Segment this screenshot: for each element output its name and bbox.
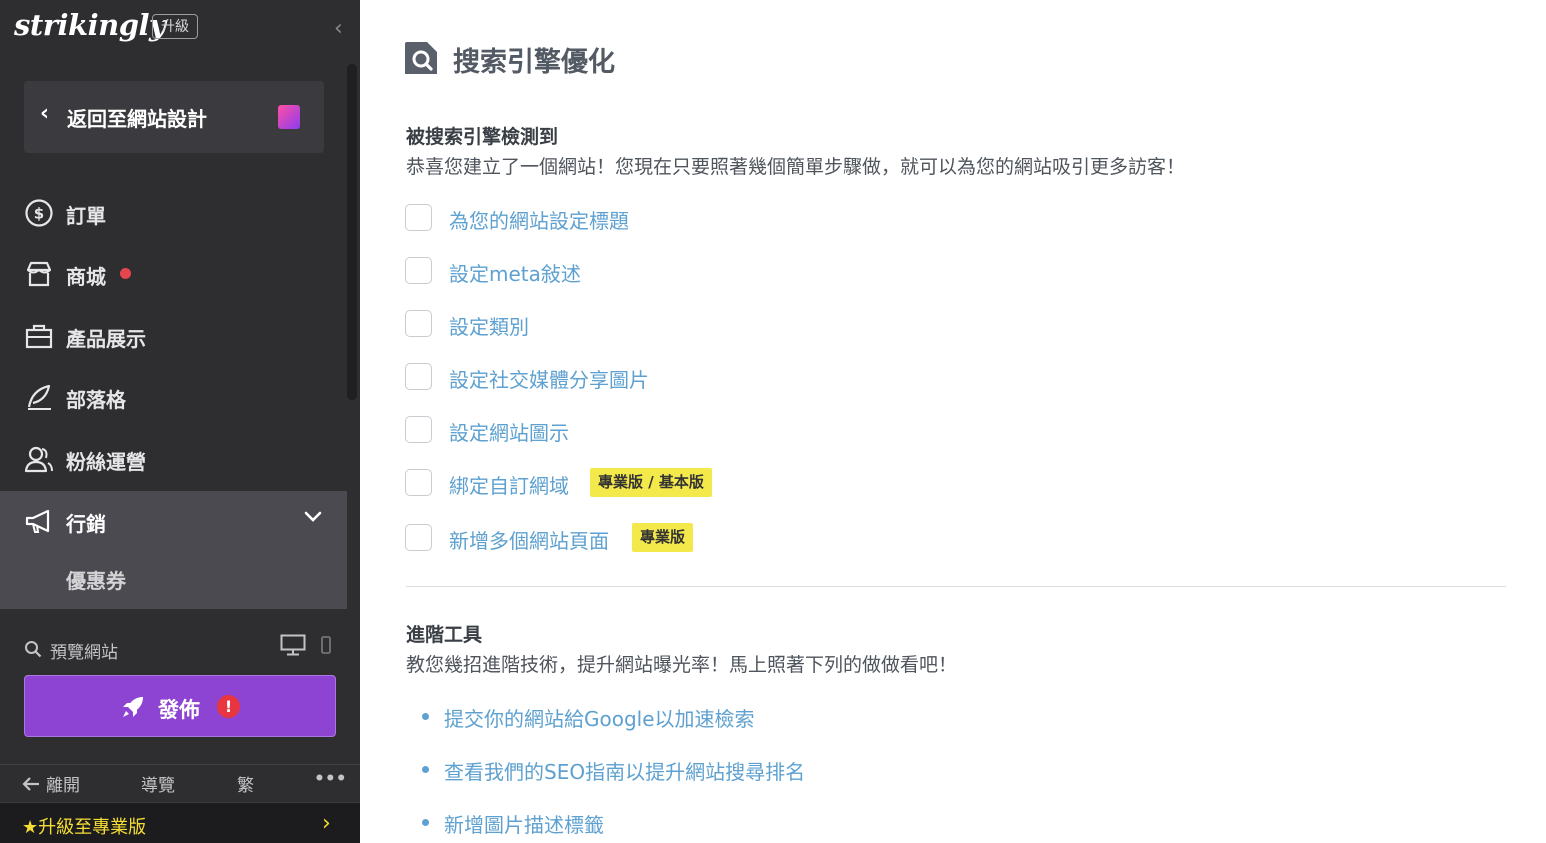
main-content: 搜索引擎優化 被搜索引擎檢測到 恭喜您建立了一個網站！您現在只要照著幾個簡單步驟… (360, 0, 1546, 842)
sidebar-item-label: 商城 (66, 265, 106, 289)
mobile-icon[interactable] (321, 636, 331, 654)
alert-icon: ! (217, 695, 240, 718)
sidebar-item-label: 訂單 (66, 204, 106, 228)
plan-tag: 專業版 / 基本版 (590, 468, 712, 497)
publish-label: 發佈 (158, 698, 200, 722)
upgrade-pro-label: ★升級至專業版 (22, 817, 147, 838)
checklist-link[interactable]: 設定網站圖示 (449, 417, 569, 446)
advanced-link[interactable]: 提交你的網站給Google以加速檢索 (444, 703, 755, 732)
sidebar-subitem-coupons[interactable]: 優惠券 (0, 549, 347, 609)
sidebar-item-orders[interactable]: $ 訂單 (0, 183, 347, 241)
design-page-icon (278, 105, 300, 129)
sidebar-item-blog[interactable]: 部落格 (0, 367, 347, 425)
brand-logo[interactable]: strikingly (14, 8, 166, 42)
advanced-link[interactable]: 新增圖片描述標籤 (444, 809, 604, 838)
detected-section-title: 被搜索引擎檢測到 (406, 126, 559, 148)
sidebar-item-label: 產品展示 (66, 327, 146, 351)
briefcase-icon (25, 324, 53, 349)
search-icon (25, 641, 42, 658)
upgrade-badge[interactable]: 升級 (152, 14, 198, 39)
leave-link[interactable]: 離開 (46, 771, 80, 796)
svg-text:$: $ (34, 205, 44, 223)
sidebar-item-fans[interactable]: 粉絲運營 (0, 429, 347, 487)
chevron-left-icon[interactable]: ‹ (334, 16, 343, 41)
more-icon[interactable]: ••• (314, 769, 347, 789)
checkbox[interactable] (405, 469, 432, 496)
checkbox[interactable] (405, 524, 432, 551)
sidebar-subitem-label: 優惠券 (66, 569, 126, 593)
preview-site-row[interactable]: 預覽網站 (24, 634, 336, 663)
dollar-circle-icon: $ (25, 199, 53, 227)
advanced-section-title: 進階工具 (406, 624, 483, 646)
language-link[interactable]: 繁 (237, 771, 254, 796)
notification-dot (120, 268, 131, 279)
desktop-icon[interactable] (280, 634, 306, 656)
page-title: 搜索引擎優化 (453, 47, 615, 78)
sidebar-footer: 離開 導覽 繁 ••• (0, 764, 360, 801)
feather-icon (27, 384, 51, 410)
back-to-design-button[interactable]: ‹ 返回至網站設計 (24, 81, 324, 153)
checkbox[interactable] (405, 204, 432, 231)
plan-tag: 專業版 (632, 523, 694, 552)
back-to-design-label: 返回至網站設計 (67, 107, 207, 131)
chevron-left-icon: ‹ (40, 101, 50, 126)
sidebar-item-showcase[interactable]: 產品展示 (0, 306, 347, 364)
checkbox[interactable] (405, 416, 432, 443)
bullet (422, 713, 429, 720)
store-icon (26, 261, 52, 287)
checklist-link[interactable]: 綁定自訂網域 (449, 470, 569, 499)
sidebar-item-label: 行銷 (66, 512, 106, 536)
sidebar-item-label: 粉絲運營 (66, 450, 146, 474)
advanced-link[interactable]: 查看我們的SEO指南以提升網站搜尋排名 (444, 756, 805, 785)
rocket-icon (123, 697, 143, 717)
guide-link[interactable]: 導覽 (141, 771, 175, 796)
divider (406, 586, 1506, 587)
sidebar-scrollbar[interactable] (347, 64, 357, 400)
preview-site-label: 預覽網站 (50, 643, 118, 663)
advanced-section-desc: 教您幾招進階技術，提升網站曝光率！馬上照著下列的做做看吧！ (406, 654, 958, 676)
checkbox[interactable] (405, 363, 432, 390)
chevron-right-icon: › (322, 811, 331, 836)
checklist-link[interactable]: 新增多個網站頁面 (449, 525, 609, 554)
checkbox[interactable] (405, 310, 432, 337)
sidebar: strikingly 升級 ‹ ‹ 返回至網站設計 $ 訂單 商城 產品展示 部… (0, 0, 360, 843)
megaphone-icon (25, 509, 50, 533)
seo-search-icon (405, 42, 437, 74)
users-icon (24, 446, 53, 473)
detected-section-desc: 恭喜您建立了一個網站！您現在只要照著幾個簡單步驟做，就可以為您的網站吸引更多訪客… (406, 156, 1186, 178)
checklist-link[interactable]: 設定meta敍述 (449, 258, 581, 287)
upgrade-pro-bar[interactable]: ★升級至專業版 › (0, 802, 360, 843)
bullet (422, 819, 429, 826)
chevron-down-icon[interactable] (303, 510, 323, 524)
sidebar-item-label: 部落格 (66, 388, 126, 412)
checklist-link[interactable]: 設定類別 (449, 311, 529, 340)
arrow-left-icon[interactable] (22, 776, 40, 792)
bullet (422, 766, 429, 773)
sidebar-item-marketing[interactable]: 行銷 (0, 491, 347, 549)
checklist-link[interactable]: 設定社交媒體分享圖片 (449, 364, 649, 393)
sidebar-item-store[interactable]: 商城 (0, 244, 347, 302)
checklist-link[interactable]: 為您的網站設定標題 (449, 205, 629, 234)
publish-button[interactable]: 發佈 ! (24, 675, 336, 737)
checkbox[interactable] (405, 257, 432, 284)
